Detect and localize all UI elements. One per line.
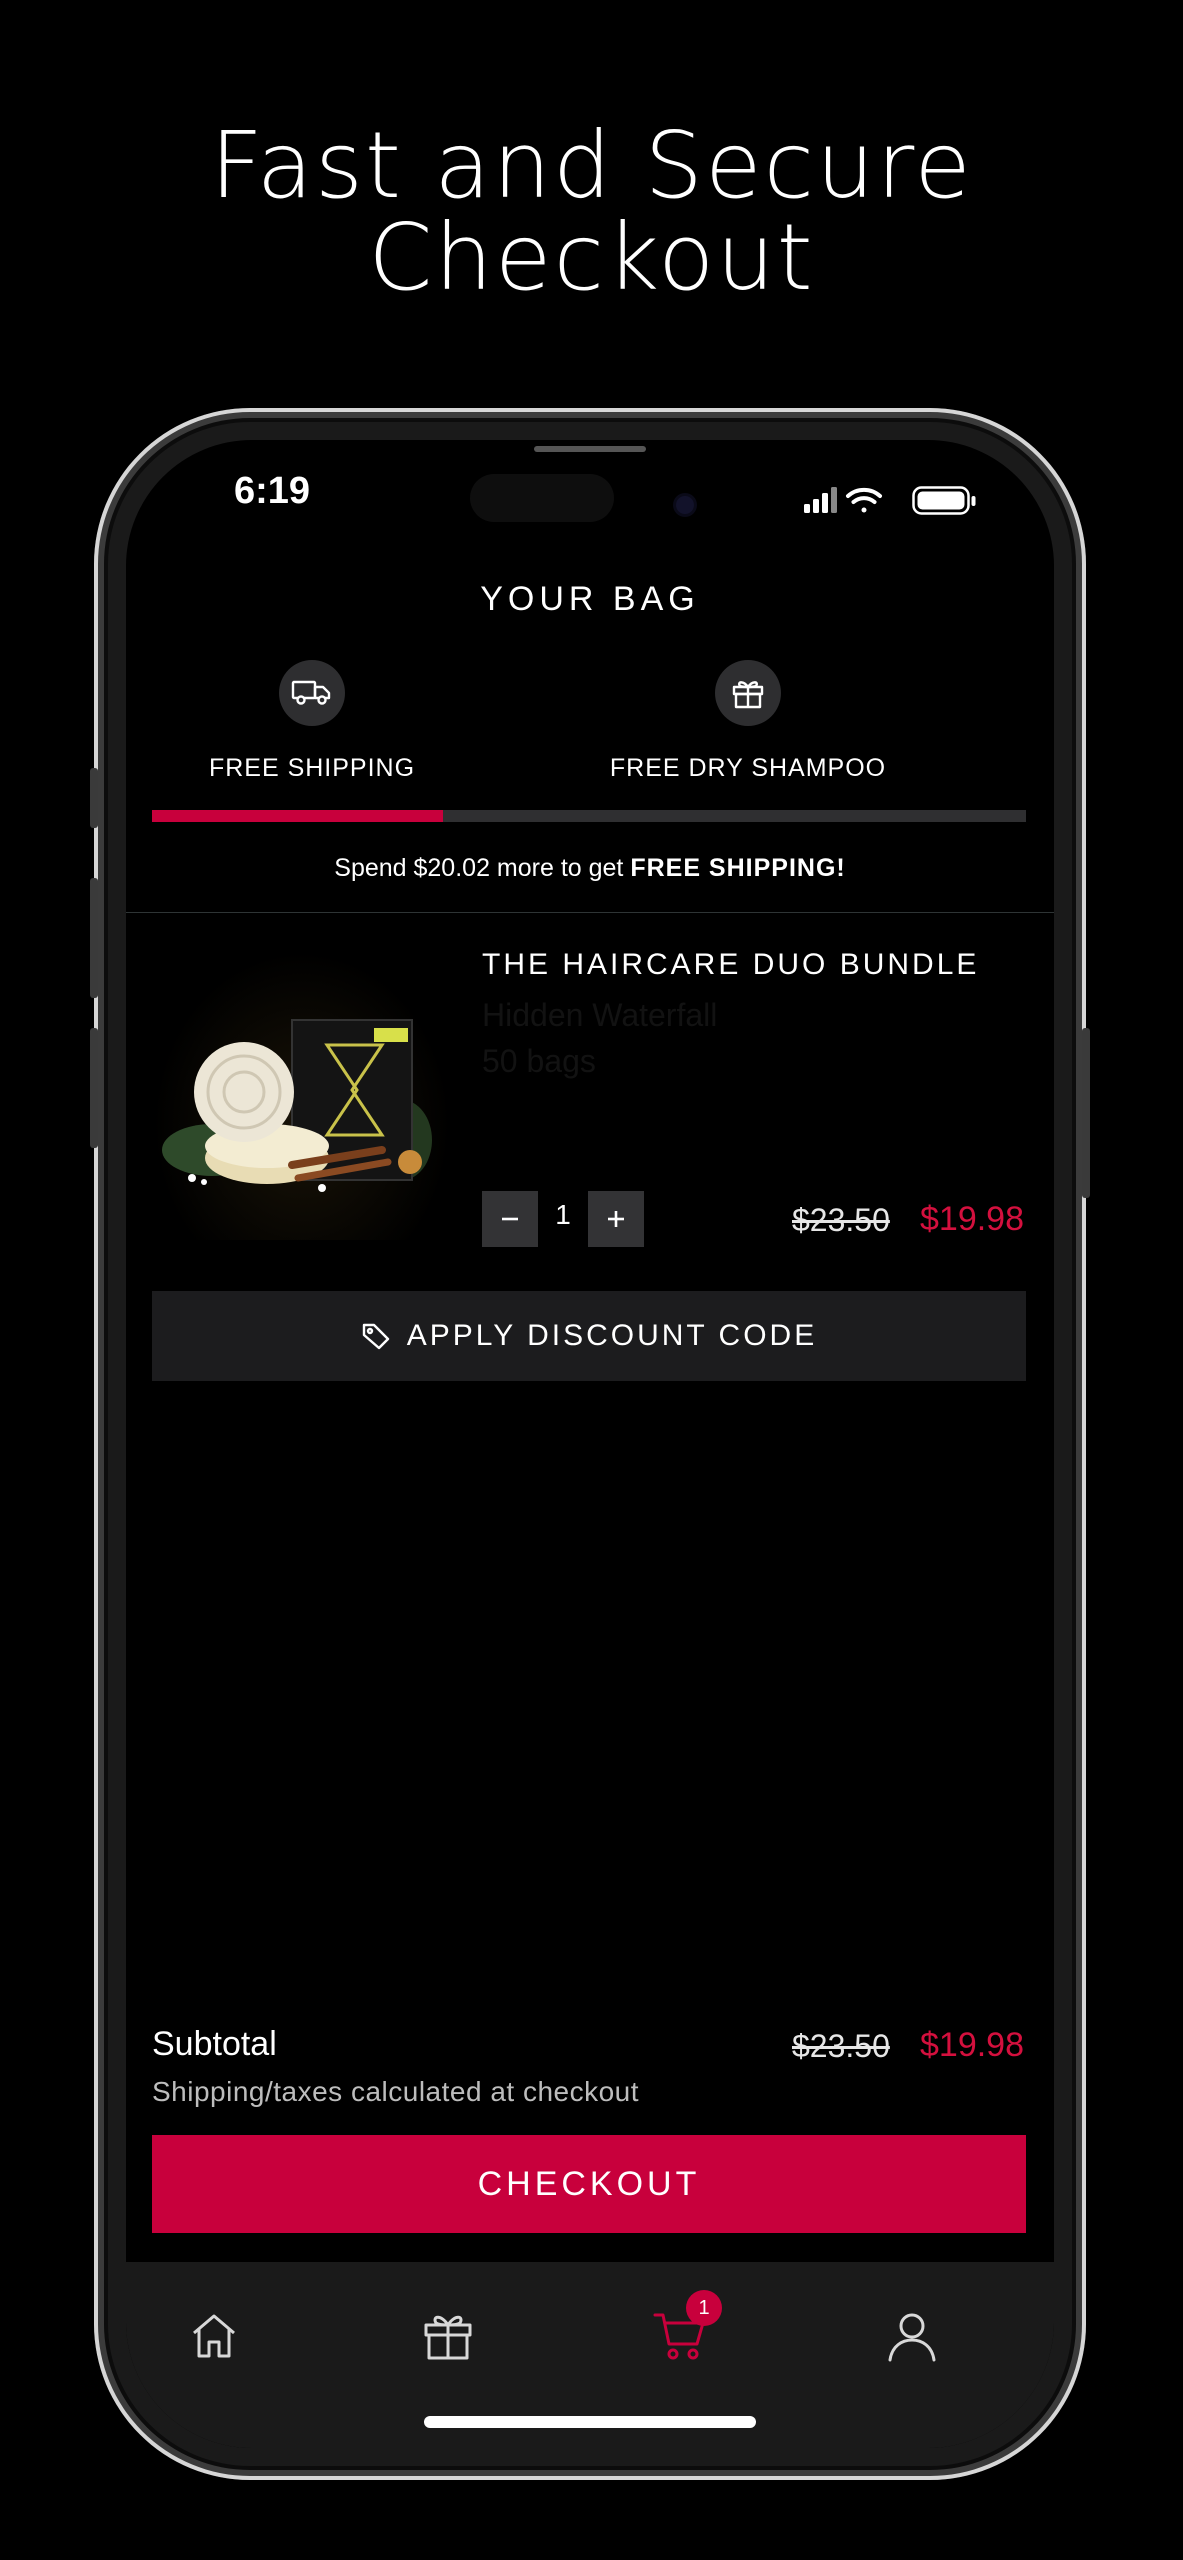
variant-line-1: Hidden Waterfall (482, 997, 718, 1033)
checkout-button[interactable]: CHECKOUT (152, 2135, 1026, 2233)
phone-screen: 6:19 YOUR BAG FREE SHIPPING FREE DRY SHA… (126, 440, 1054, 2448)
headline: Fast and Secure Checkout (0, 120, 1183, 304)
quantity-value: 1 (555, 1199, 571, 1230)
variant-line-2: 50 bags (482, 1043, 596, 1079)
truck-icon (291, 680, 331, 705)
perk-label-free-shipping: FREE SHIPPING (208, 754, 416, 782)
headline-line-1: Fast and Secure (210, 112, 973, 219)
subtotal-sale-price: $19.98 (920, 2026, 1024, 2064)
signal-icon (804, 487, 837, 513)
promo-message: Spend $20.02 more to get FREE SHIPPING! (126, 854, 1054, 883)
plus-icon (608, 1211, 624, 1227)
perk-free-shipping: FREE SHIPPING (132, 660, 492, 783)
phone-volume-down-button (90, 1028, 98, 1148)
speaker-grille (534, 446, 646, 452)
apply-discount-code-button[interactable]: APPLY DISCOUNT CODE (152, 1291, 1026, 1381)
divider (126, 912, 1054, 913)
phone-volume-up-button (90, 878, 98, 998)
promo-text: Spend $20.02 more to get (334, 854, 631, 882)
tab-rewards[interactable] (408, 2296, 488, 2376)
dynamic-island (470, 474, 614, 522)
wifi-icon (846, 487, 882, 513)
camera-dot (676, 496, 694, 514)
progress-fill (152, 810, 444, 822)
tag-icon (362, 1323, 389, 1350)
item-original-price: $23.50 (792, 1202, 890, 1238)
tab-cart[interactable]: 1 (640, 2290, 722, 2376)
shipping-note: Shipping/taxes calculated at checkout (152, 2076, 640, 2107)
cart-count-badge: 1 (686, 2290, 722, 2326)
battery-icon (912, 486, 976, 515)
subtotal-original-price: $23.50 (792, 2028, 890, 2064)
truck-icon-circle (279, 660, 345, 726)
free-shipping-progress-bar (152, 810, 1026, 822)
home-icon (193, 2314, 235, 2358)
product-image[interactable] (152, 950, 452, 1240)
gift-icon (424, 2315, 472, 2360)
tab-account[interactable] (872, 2296, 952, 2376)
subtotal-label: Subtotal (152, 2025, 277, 2063)
perk-free-dry-shampoo: FREE DRY SHAMPOO (568, 660, 928, 783)
status-icons (804, 486, 976, 515)
quantity-decrease-button[interactable] (482, 1191, 538, 1247)
phone-power-button (1082, 1028, 1090, 1198)
minus-icon (502, 1217, 518, 1221)
gift-icon (732, 681, 764, 709)
tab-home[interactable] (174, 2296, 254, 2376)
product-name[interactable]: THE HAIRCARE DUO BUNDLE (482, 948, 979, 982)
quantity-increase-button[interactable] (588, 1191, 644, 1247)
status-time: 6:19 (234, 470, 311, 512)
product-variant: Hidden Waterfall 50 bags (482, 992, 717, 1084)
item-sale-price: $19.98 (920, 1200, 1024, 1238)
headline-line-2: Checkout (368, 204, 815, 311)
home-indicator[interactable] (424, 2416, 756, 2428)
user-icon (888, 2313, 936, 2362)
perk-label-free-dry-shampoo: FREE DRY SHAMPOO (609, 754, 887, 782)
bag-title: YOUR BAG (480, 580, 700, 618)
promo-highlight: FREE SHIPPING! (630, 854, 846, 882)
phone-action-button (90, 768, 98, 828)
gift-icon-circle (715, 660, 781, 726)
discount-label: APPLY DISCOUNT CODE (406, 1319, 818, 1352)
